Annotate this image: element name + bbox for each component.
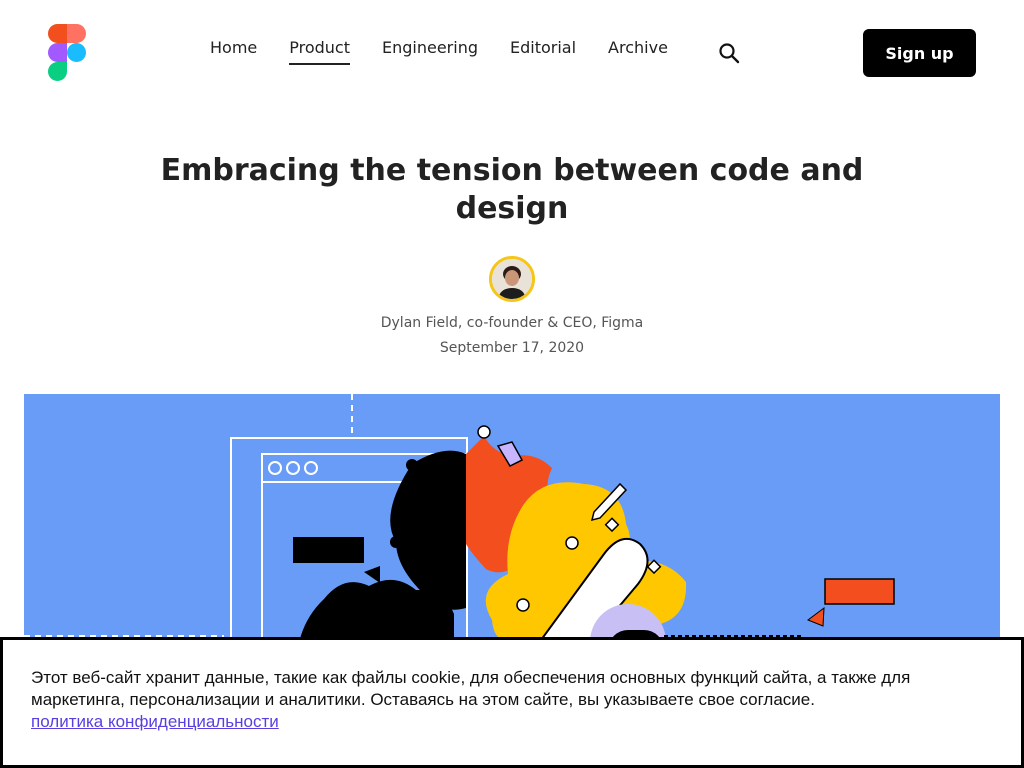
sign-up-button[interactable]: Sign up	[863, 29, 976, 77]
nav-engineering[interactable]: Engineering	[382, 38, 478, 63]
author-avatar[interactable]	[489, 256, 535, 302]
nav-editorial[interactable]: Editorial	[510, 38, 576, 63]
author-byline: Dylan Field, co-founder & CEO, Figma	[380, 315, 644, 331]
main-nav: Home Product Engineering Editorial Archi…	[210, 38, 668, 68]
nav-home[interactable]: Home	[210, 38, 257, 63]
nav-product[interactable]: Product	[289, 38, 350, 65]
author-photo	[492, 259, 532, 299]
cookie-message: Этот веб-сайт хранит данные, такие как ф…	[31, 668, 911, 709]
cookie-banner: Этот веб-сайт хранит данные, такие как ф…	[0, 637, 1024, 768]
publish-date: September 17, 2020	[439, 340, 585, 356]
nav-archive[interactable]: Archive	[608, 38, 668, 63]
figma-logo[interactable]	[48, 24, 86, 81]
privacy-policy-link[interactable]: политика конфиденциальности	[31, 712, 279, 731]
article-title: Embracing the tension between code and d…	[160, 153, 864, 226]
search-icon[interactable]	[718, 42, 740, 64]
